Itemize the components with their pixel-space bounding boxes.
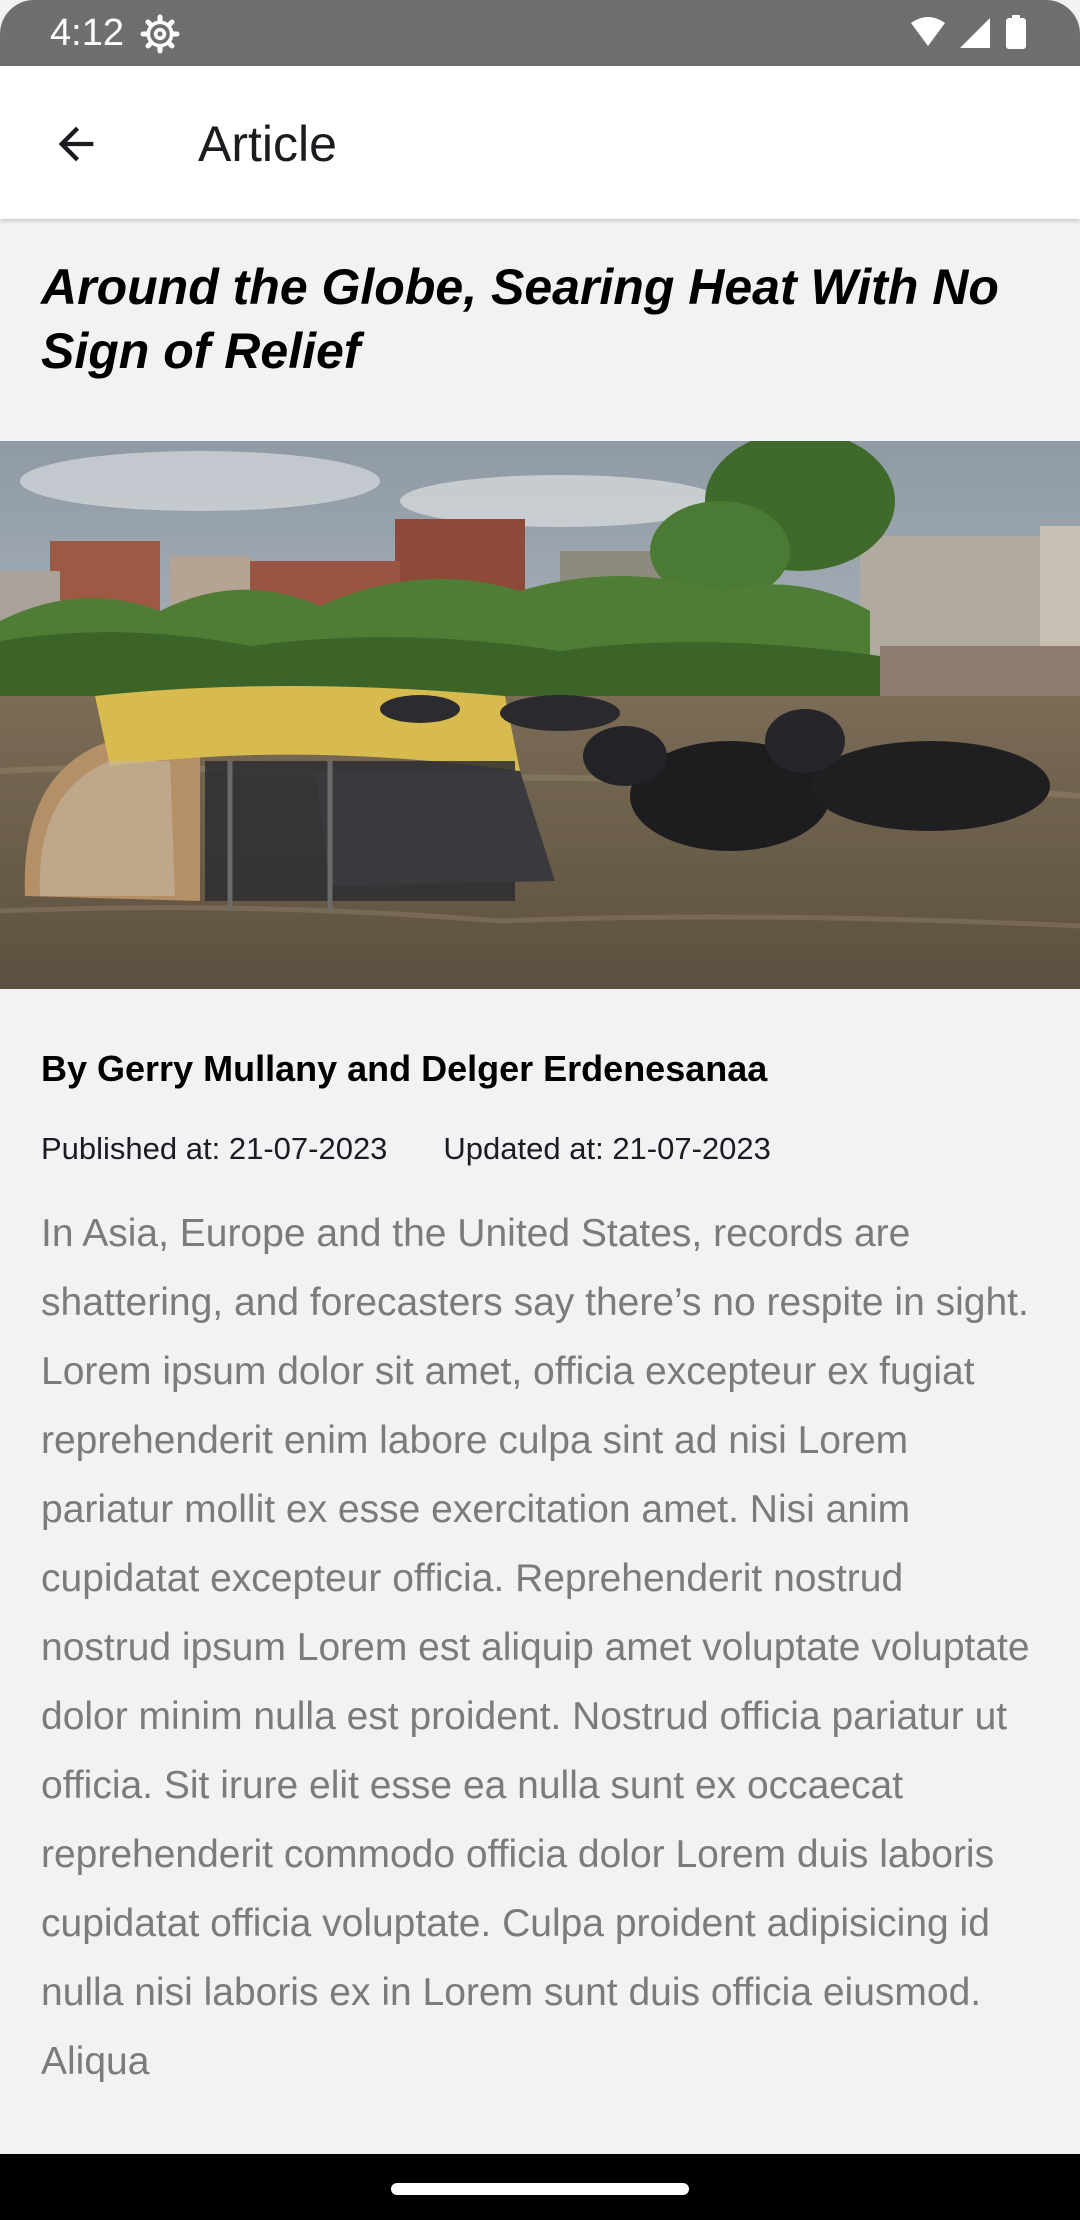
- signal-icon: [960, 18, 990, 48]
- app-bar: Article: [0, 66, 1080, 219]
- settings-gear-icon: [140, 14, 180, 54]
- article-dates: Published at: 21-07-2023 Updated at: 21-0…: [41, 1129, 771, 1169]
- article-byline: By Gerry Mullany and Delger Erdenesanaa: [41, 1048, 768, 1089]
- back-button[interactable]: [36, 104, 116, 184]
- published-date: Published at: 21-07-2023: [41, 1131, 388, 1166]
- navigation-bar: [0, 2154, 1080, 2220]
- status-icons: [911, 15, 1026, 49]
- wifi-icon: [911, 17, 945, 46]
- home-indicator[interactable]: [391, 2183, 689, 2195]
- article-body-text: Lorem ipsum dolor sit amet, officia exce…: [41, 1350, 1030, 2083]
- page-title: Article: [198, 116, 337, 172]
- article-body: In Asia, Europe and the United States, r…: [41, 1199, 1041, 2096]
- status-time: 4:12: [50, 12, 124, 54]
- updated-date: Updated at: 21-07-2023: [443, 1131, 771, 1166]
- article-content[interactable]: Around the Globe, Searing Heat With No S…: [0, 219, 1080, 2154]
- battery-icon: [1006, 18, 1026, 49]
- article-summary: In Asia, Europe and the United States, r…: [41, 1212, 1029, 1324]
- article-headline: Around the Globe, Searing Heat With No S…: [41, 259, 999, 379]
- article-screen: 4:12 Article Around the Globe, Searing H…: [0, 0, 1080, 2220]
- article-hero-image: [0, 441, 1080, 989]
- status-bar: 4:12: [0, 0, 1080, 66]
- arrow-back-icon: [58, 126, 94, 162]
